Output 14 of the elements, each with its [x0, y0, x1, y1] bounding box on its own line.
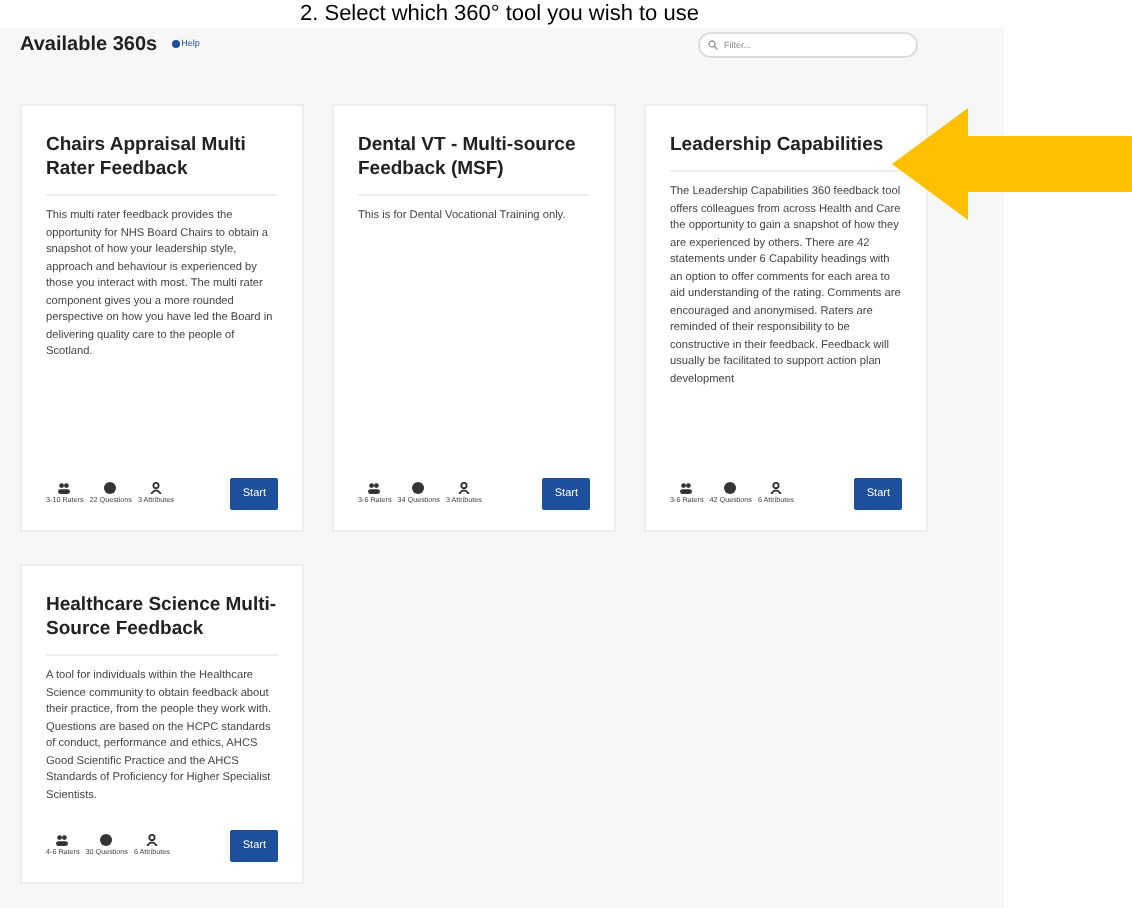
card-title: Chairs Appraisal Multi Rater Feedback — [46, 134, 278, 196]
card-title: Dental VT - Multi-source Feedback (MSF) — [358, 134, 590, 196]
people-icon — [680, 481, 693, 494]
search-icon — [708, 39, 718, 49]
card-title: Healthcare Science Multi-Source Feedback — [46, 594, 278, 656]
person-icon — [145, 833, 158, 846]
person-icon — [149, 481, 162, 494]
people-icon — [56, 833, 69, 846]
people-icon — [58, 481, 71, 494]
page-title: Available 360s — [20, 31, 158, 59]
person-icon — [457, 481, 470, 494]
people-icon — [368, 481, 381, 494]
person-icon — [769, 481, 782, 494]
instruction-heading: 2. Select which 360° tool you wish to use — [298, 0, 701, 28]
